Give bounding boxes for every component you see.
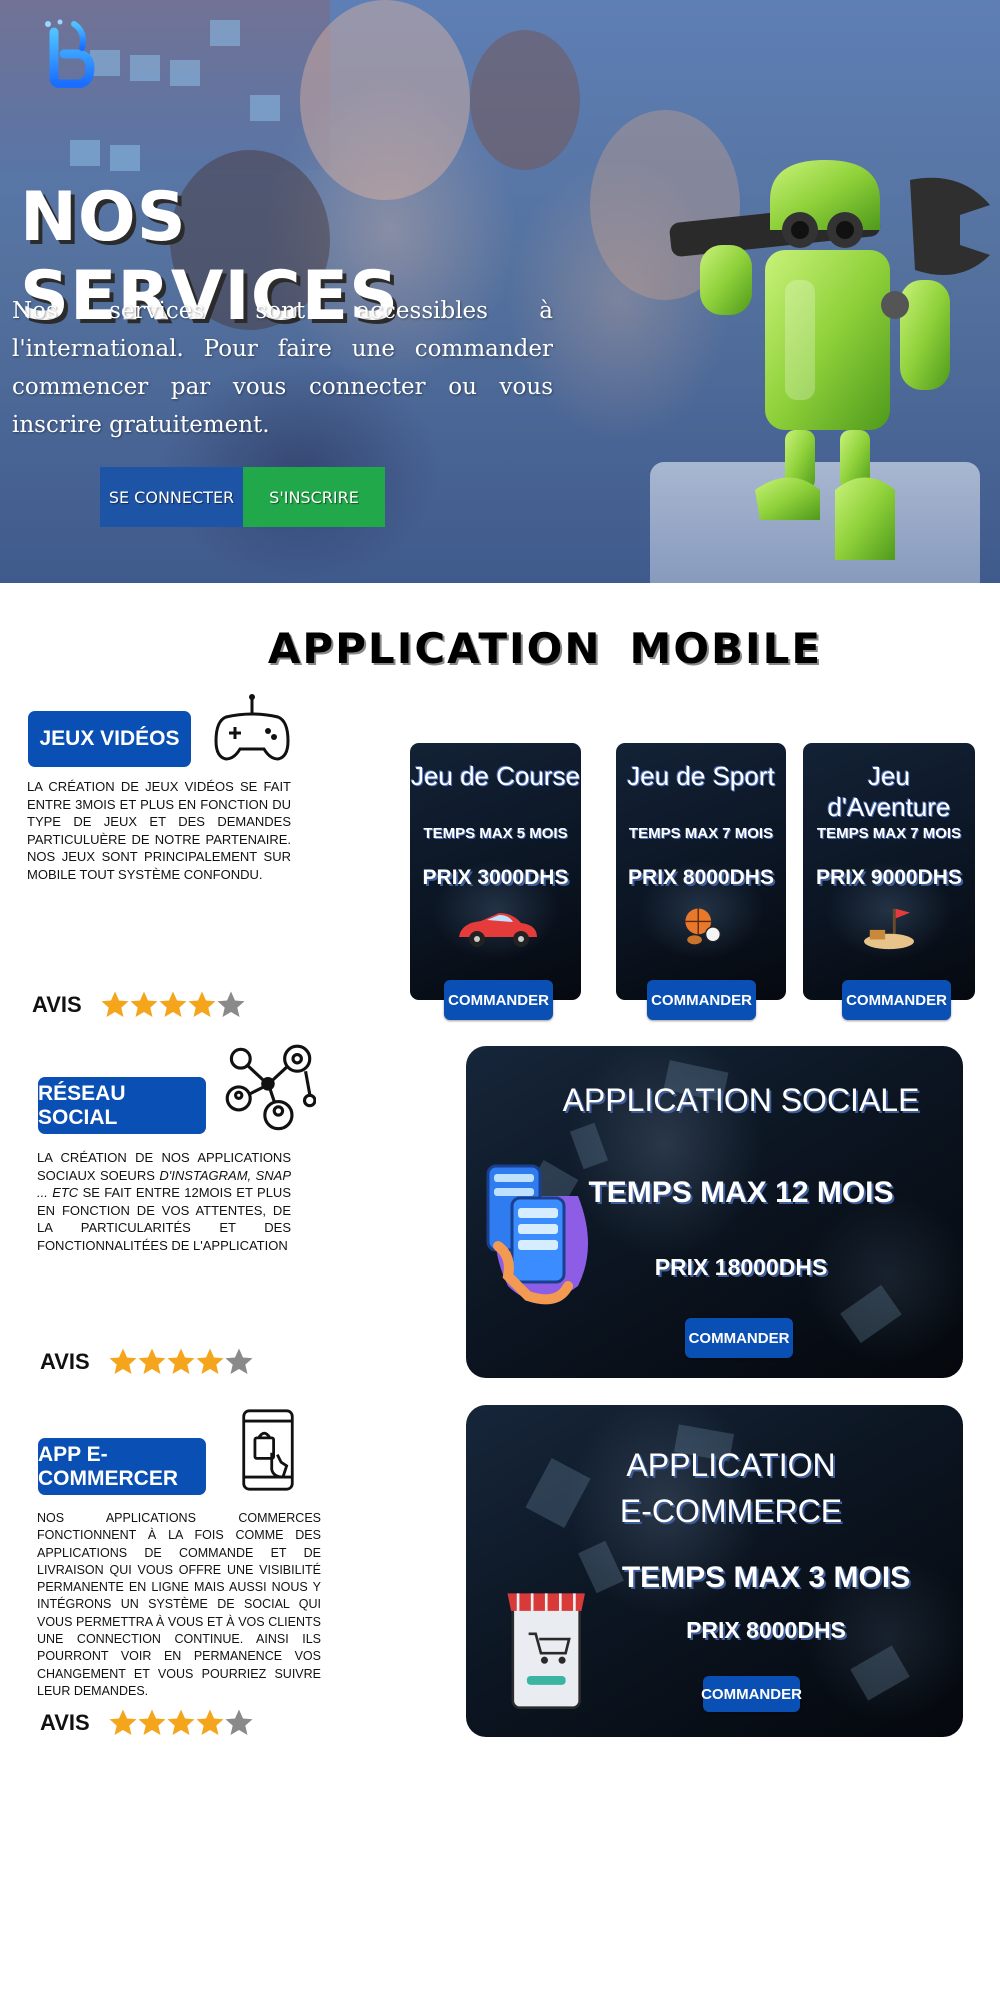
avis-label: AVIS (40, 1349, 90, 1374)
rating-stars (108, 1708, 253, 1738)
treasure-island-icon (864, 908, 914, 950)
avis-label: AVIS (32, 992, 82, 1017)
game-card-price: PRIX 3000DHS (422, 866, 569, 889)
gamepad-icon (214, 694, 290, 761)
game-card-time: TEMPS MAX 5 MOIS (423, 825, 568, 842)
star-filled-icon (138, 1709, 166, 1735)
game-card-time: TEMPS MAX 7 MOIS (816, 825, 962, 842)
game-card-title: Jeu de Sport (627, 761, 775, 791)
card-title: APPLICATION SOCIALE (562, 1082, 920, 1118)
rating-reseau-social: AVIS (40, 1347, 253, 1377)
service-description-app-ecommercer: NOS APPLICATIONS COMMERCES FONCTIONNENT … (37, 1511, 321, 1698)
game-card-aventure: Jeu d'Aventure TEMPS MAX 7 MOIS PRIX 900… (803, 743, 975, 1000)
service-description-jeux-videos: LA CRÉATION DE JEUX VIDÉOS SE FAIT ENTRE… (27, 779, 291, 882)
star-filled-icon (188, 991, 216, 1017)
commander-button-course[interactable]: COMMANDER (444, 980, 553, 1020)
star-filled-icon (101, 991, 129, 1017)
shop-phone-icon (507, 1593, 585, 1710)
star-filled-icon (109, 1709, 137, 1735)
card-title-line1: APPLICATION (626, 1447, 836, 1483)
star-filled-icon (130, 991, 158, 1017)
sports-balls-icon (685, 908, 722, 945)
race-car-icon (458, 913, 537, 947)
card-title-line2: E-COMMERCE (619, 1493, 843, 1529)
service-description-reseau-social: LA CRÉATION DE NOS APPLICATIONS SOCIAUX … (37, 1149, 291, 1254)
card-time: TEMPS MAX 12 MOIS (588, 1176, 894, 1209)
commander-button-aventure[interactable]: COMMANDER (842, 980, 951, 1020)
rating-jeux-videos: AVIS (32, 990, 245, 1020)
rating-stars (100, 990, 245, 1020)
star-filled-icon (167, 1348, 195, 1374)
section-title-part1: APPLICATION (267, 624, 602, 673)
rating-stars (108, 1347, 253, 1377)
game-card-price: PRIX 9000DHS (816, 866, 962, 889)
card-price: PRIX 18000DHS (654, 1254, 828, 1280)
star-empty-icon (217, 991, 245, 1017)
rating-app-ecommercer: AVIS (40, 1708, 253, 1738)
android-robot-icon (669, 160, 990, 560)
phone-hand-icon (486, 1164, 588, 1305)
hero-auth-buttons: SE CONNECTER S'INSCRIRE (100, 467, 385, 527)
login-button[interactable]: SE CONNECTER (100, 467, 243, 527)
service-label-jeux-videos: JEUX VIDÉOS (28, 711, 191, 767)
service-label-reseau-social: RÉSEAU SOCIAL (38, 1077, 206, 1134)
hero-description: Nos services sont accessibles à l'intern… (12, 298, 553, 438)
commander-button-sociale[interactable]: COMMANDER (685, 1318, 793, 1358)
card-time: TEMPS MAX 3 MOIS (621, 1561, 911, 1594)
game-card-time: TEMPS MAX 7 MOIS (628, 825, 774, 842)
star-empty-icon (225, 1348, 253, 1374)
star-empty-icon (225, 1709, 253, 1735)
signup-button[interactable]: S'INSCRIRE (243, 467, 385, 527)
game-card-price: PRIX 8000DHS (628, 866, 774, 889)
card-price: PRIX 8000DHS (686, 1617, 846, 1643)
star-filled-icon (109, 1348, 137, 1374)
star-filled-icon (138, 1348, 166, 1374)
star-filled-icon (196, 1709, 224, 1735)
game-card-title: Jeu de Course (410, 761, 581, 791)
star-filled-icon (196, 1348, 224, 1374)
service-label-app-ecommercer: APP E-COMMERCER (38, 1438, 206, 1495)
game-card-title: Jeu d'Aventure (827, 761, 951, 822)
brand-logo-icon (45, 19, 95, 88)
star-filled-icon (167, 1709, 195, 1735)
commander-button-sport[interactable]: COMMANDER (647, 980, 756, 1020)
social-network-icon (225, 1044, 316, 1131)
section-title: APPLICATION MOBILE (0, 624, 1000, 673)
game-card-course: Jeu de Course TEMPS MAX 5 MOIS PRIX 3000… (410, 743, 581, 1000)
section-title-part2: MOBILE (629, 624, 823, 673)
hero-section: NOS SERVICES Nos services sont accessibl… (0, 0, 1000, 583)
avis-label: AVIS (40, 1710, 90, 1735)
game-card-sport: Jeu de Sport TEMPS MAX 7 MOIS PRIX 8000D… (616, 743, 786, 1000)
hero-person-2 (470, 30, 580, 170)
hero-person-1 (300, 0, 470, 200)
shopping-phone-icon (242, 1409, 294, 1491)
star-filled-icon (159, 991, 187, 1017)
commander-button-ecommerce[interactable]: COMMANDER (701, 1676, 802, 1712)
